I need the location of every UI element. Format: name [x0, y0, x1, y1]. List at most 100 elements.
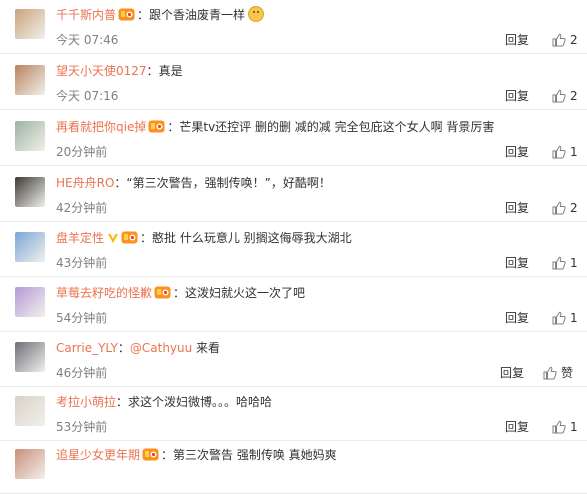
like-count: 2: [570, 89, 578, 103]
username-link[interactable]: 千千斯内普: [56, 8, 116, 22]
avatar[interactable]: [15, 232, 45, 262]
like-button[interactable]: 2: [552, 31, 578, 49]
reply-button[interactable]: 回复: [505, 31, 529, 49]
like-count: 1: [570, 256, 578, 270]
comment-time: 54分钟前: [56, 311, 108, 325]
avatar[interactable]: [15, 287, 45, 317]
like-button[interactable]: 1: [552, 418, 578, 436]
thumbs-up-icon: [543, 366, 557, 380]
comment-item: 考拉小萌拉：求这个泼妇微博。。。哈哈哈 53分钟前 回复 1: [0, 387, 587, 441]
reply-button[interactable]: 回复: [505, 309, 529, 327]
reply-button[interactable]: 回复: [505, 418, 529, 436]
thumbs-up-icon: [552, 201, 566, 215]
mention-link[interactable]: @Cathyuu: [130, 341, 192, 355]
comment-line: 追星少女更年期 ：第三次警告 强制传唤 真她妈爽: [56, 445, 337, 468]
avatar[interactable]: [15, 449, 45, 479]
member-badge-icon: [148, 119, 165, 140]
smile-emoji-icon: [248, 6, 265, 22]
username-link[interactable]: 草莓去籽吃的怪歉: [56, 286, 152, 300]
comment-line: 望天小天使0127：真是: [56, 61, 183, 81]
like-button[interactable]: 赞: [543, 364, 573, 382]
member-badge-icon: [142, 447, 159, 468]
avatar[interactable]: [15, 396, 45, 426]
comment-time: 46分钟前: [56, 366, 108, 380]
comment-line: 千千斯内普 ：跟个香油废青一样: [56, 5, 265, 28]
comment-item: 追星少女更年期 ：第三次警告 强制传唤 真她妈爽: [0, 440, 587, 494]
like-button[interactable]: 2: [552, 199, 578, 217]
colon-separator: ：: [146, 64, 159, 78]
comment-text: 求这个泼妇微博。。。哈哈哈: [128, 395, 273, 409]
like-count: 赞: [561, 366, 574, 380]
comment-text: 憨批 什么玩意儿 别搁这侮辱我大湖北: [152, 231, 352, 245]
like-count: 1: [570, 311, 578, 325]
comment-line: 草莓去籽吃的怪歉 ：这泼妇就火这一次了吧: [56, 283, 305, 306]
comment-line: 考拉小萌拉：求这个泼妇微博。。。哈哈哈: [56, 392, 272, 412]
comment-text: 芒果tv还控评 删的删 减的减 完全包庇这个女人啊 背景厉害: [179, 120, 495, 134]
username-link[interactable]: 再看就把你qie掉: [56, 120, 146, 134]
member-badge-icon: [154, 285, 171, 306]
username-link[interactable]: HE舟舟RO: [56, 176, 114, 190]
colon-separator: ：: [167, 120, 180, 134]
reply-button[interactable]: 回复: [505, 254, 529, 272]
colon-separator: ：: [117, 341, 130, 355]
comment-text: “第三次警告，强制传唤！”，好酷啊！: [126, 176, 331, 190]
thumbs-up-icon: [552, 420, 566, 434]
colon-separator: ：: [137, 8, 150, 22]
like-button[interactable]: 1: [552, 309, 578, 327]
username-link[interactable]: 追星少女更年期: [56, 448, 140, 462]
comment-time: 53分钟前: [56, 420, 108, 434]
comment-item: Carrie_YLY：@Cathyuu 来看 46分钟前 回复 赞: [0, 333, 587, 387]
username-link[interactable]: Carrie_YLY: [56, 341, 118, 355]
thumbs-up-icon: [552, 256, 566, 270]
like-button[interactable]: 1: [552, 254, 578, 272]
colon-separator: ：: [173, 286, 186, 300]
comment-text: 跟个香油废青一样: [149, 8, 246, 22]
avatar[interactable]: [15, 342, 45, 372]
username-link[interactable]: 考拉小萌拉: [56, 395, 116, 409]
avatar[interactable]: [15, 65, 45, 95]
thumbs-up-icon: [552, 33, 566, 47]
reply-button[interactable]: 回复: [505, 87, 529, 105]
comment-item: 草莓去籽吃的怪歉 ：这泼妇就火这一次了吧 54分钟前 回复 1: [0, 278, 587, 332]
comment-item: 盘羊定性 ：憨批 什么玩意儿 别搁这侮辱我大湖北 43分钟前 回复 1: [0, 223, 587, 277]
member-badge-icon: [121, 230, 138, 251]
colon-separator: ：: [114, 176, 127, 190]
like-button[interactable]: 1: [552, 143, 578, 161]
like-count: 1: [570, 420, 578, 434]
colon-separator: ：: [116, 395, 129, 409]
reply-button[interactable]: 回复: [505, 143, 529, 161]
reply-button[interactable]: 回复: [500, 364, 524, 382]
thumbs-up-icon: [552, 145, 566, 159]
comment-text: 第三次警告 强制传唤 真她妈爽: [173, 448, 337, 462]
like-count: 2: [570, 33, 578, 47]
like-count: 2: [570, 201, 578, 215]
reply-button[interactable]: 回复: [505, 199, 529, 217]
comment-time: 42分钟前: [56, 201, 108, 215]
thumbs-up-icon: [552, 89, 566, 103]
comment-time: 今天 07:46: [56, 33, 119, 47]
comment-list: 千千斯内普 ：跟个香油废青一样 今天 07:46 回复 2 望天小天使0127：真是 今天 …: [0, 0, 587, 494]
comment-item: 千千斯内普 ：跟个香油废青一样今天 07:46 回复 2: [0, 0, 587, 54]
member-badge-icon: [118, 7, 135, 28]
colon-separator: ：: [140, 231, 153, 245]
comment-line: 再看就把你qie掉 ：芒果tv还控评 删的删 减的减 完全包庇这个女人啊 背景厉害: [56, 117, 494, 140]
comment-time: 43分钟前: [56, 256, 108, 270]
comment-text: 这泼妇就火这一次了吧: [185, 286, 306, 300]
username-link[interactable]: 望天小天使0127: [56, 64, 147, 78]
like-count: 1: [570, 145, 578, 159]
thumbs-up-icon: [552, 311, 566, 325]
vip-v-icon: [107, 230, 119, 250]
comment-item: 望天小天使0127：真是今天 07:16 回复 2: [0, 56, 587, 110]
comment-line: 盘羊定性 ：憨批 什么玩意儿 别搁这侮辱我大湖北: [56, 228, 352, 251]
username-link[interactable]: 盘羊定性: [56, 231, 104, 245]
comment-text: 来看: [192, 341, 221, 355]
like-button[interactable]: 2: [552, 87, 578, 105]
avatar[interactable]: [15, 177, 45, 207]
comment-time: 今天 07:16: [56, 89, 119, 103]
colon-separator: ：: [161, 448, 174, 462]
avatar[interactable]: [15, 9, 45, 39]
comment-text: 真是: [158, 64, 183, 78]
avatar[interactable]: [15, 121, 45, 151]
comment-item: 再看就把你qie掉 ：芒果tv还控评 删的删 减的减 完全包庇这个女人啊 背景厉害…: [0, 112, 587, 166]
comment-item: HE舟舟RO：“第三次警告，强制传唤！”，好酷啊！ 42分钟前 回复 2: [0, 168, 587, 222]
